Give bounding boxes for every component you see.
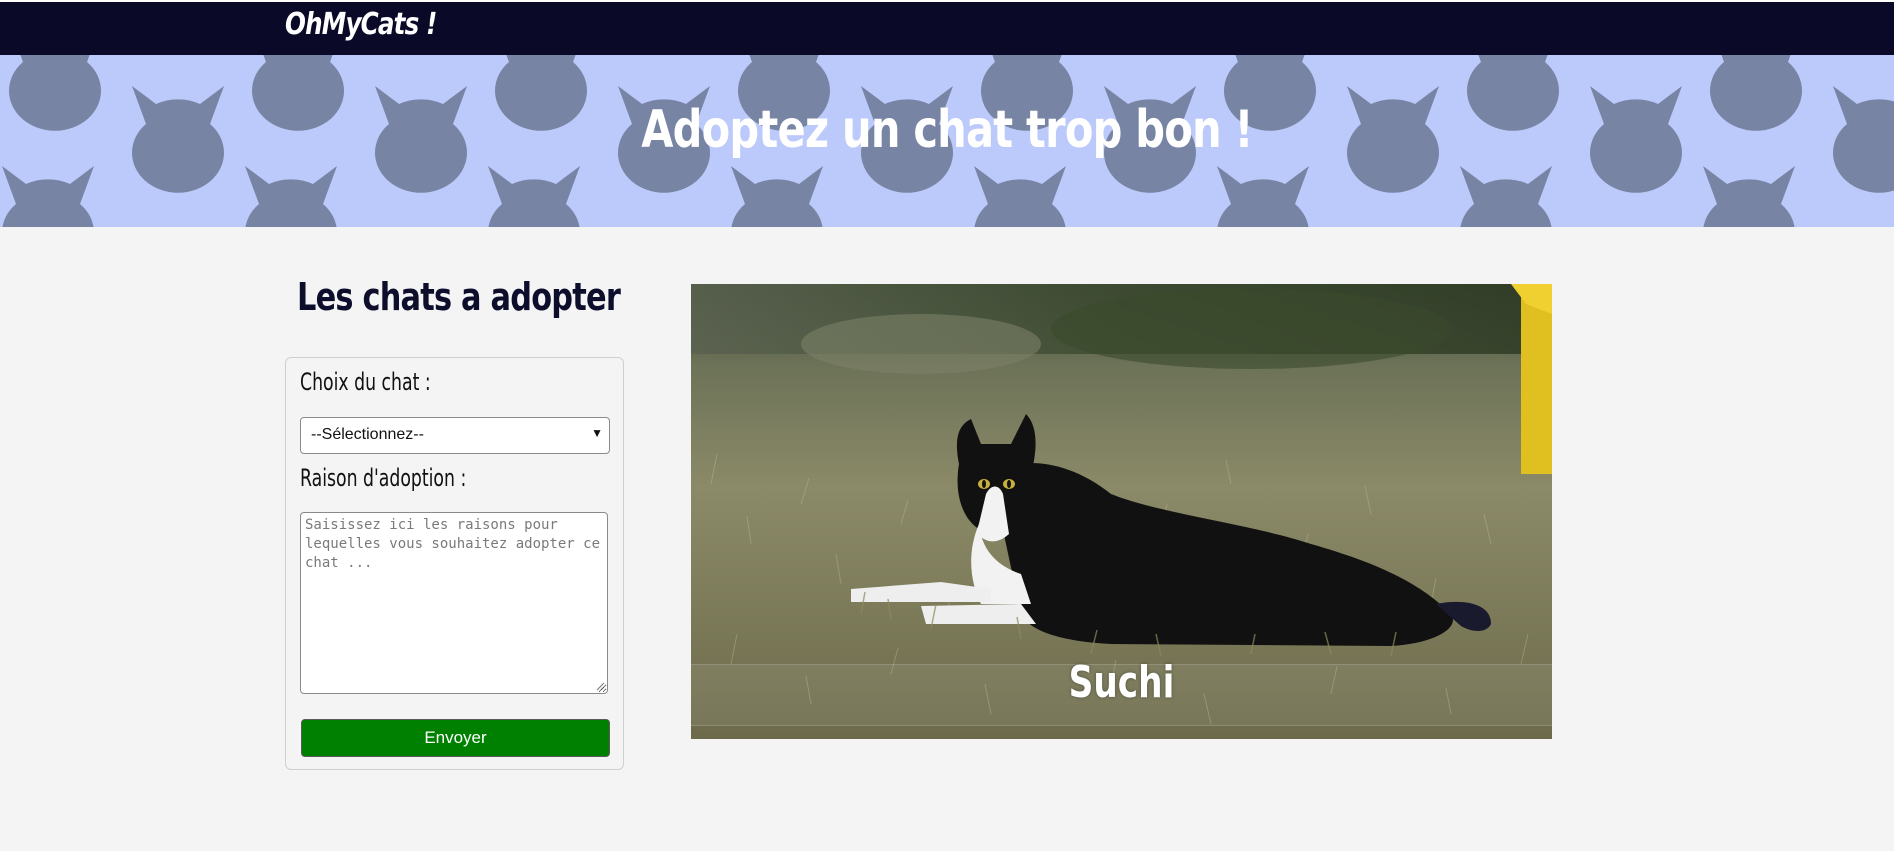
cat-choice-label: Choix du chat :: [300, 368, 431, 396]
cat-select[interactable]: --Sélectionnez-- ▼: [300, 417, 610, 454]
reason-textarea[interactable]: Saisissez ici les raisons pour lequelles…: [300, 512, 608, 694]
section-title: Les chats a adopter: [297, 275, 621, 319]
cat-head-icon: [1703, 166, 1795, 227]
cat-head-icon: [1217, 166, 1309, 227]
cat-select-value: --Sélectionnez--: [311, 426, 424, 443]
submit-button[interactable]: Envoyer: [301, 719, 610, 757]
adoption-form: Choix du chat : --Sélectionnez-- ▼ Raiso…: [285, 357, 624, 770]
cat-photo-carousel: Suchi: [691, 284, 1552, 739]
cat-head-icon: [245, 166, 337, 227]
cat-name-caption: Suchi: [1068, 657, 1175, 708]
cat-head-icon: [2, 166, 94, 227]
chevron-down-icon: ▼: [591, 426, 603, 440]
cat-head-icon: [488, 166, 580, 227]
cat-head-icon: [9, 55, 101, 131]
cat-head-icon: [1710, 55, 1802, 131]
cat-head-icon: [731, 166, 823, 227]
reason-label: Raison d'adoption :: [300, 464, 467, 492]
top-navbar: OhMyCats !: [0, 0, 1894, 55]
resize-handle-icon[interactable]: [595, 681, 605, 691]
cat-head-icon: [974, 166, 1066, 227]
cat-head-icon: [1833, 86, 1894, 193]
cat-head-icon: [1460, 166, 1552, 227]
banner-title: Adoptez un chat trop bon !: [641, 100, 1253, 160]
reason-placeholder: Saisissez ici les raisons pour lequelles…: [305, 517, 601, 571]
site-logo[interactable]: OhMyCats !: [285, 7, 437, 42]
hero-banner: Adoptez un chat trop bon !: [0, 55, 1894, 227]
